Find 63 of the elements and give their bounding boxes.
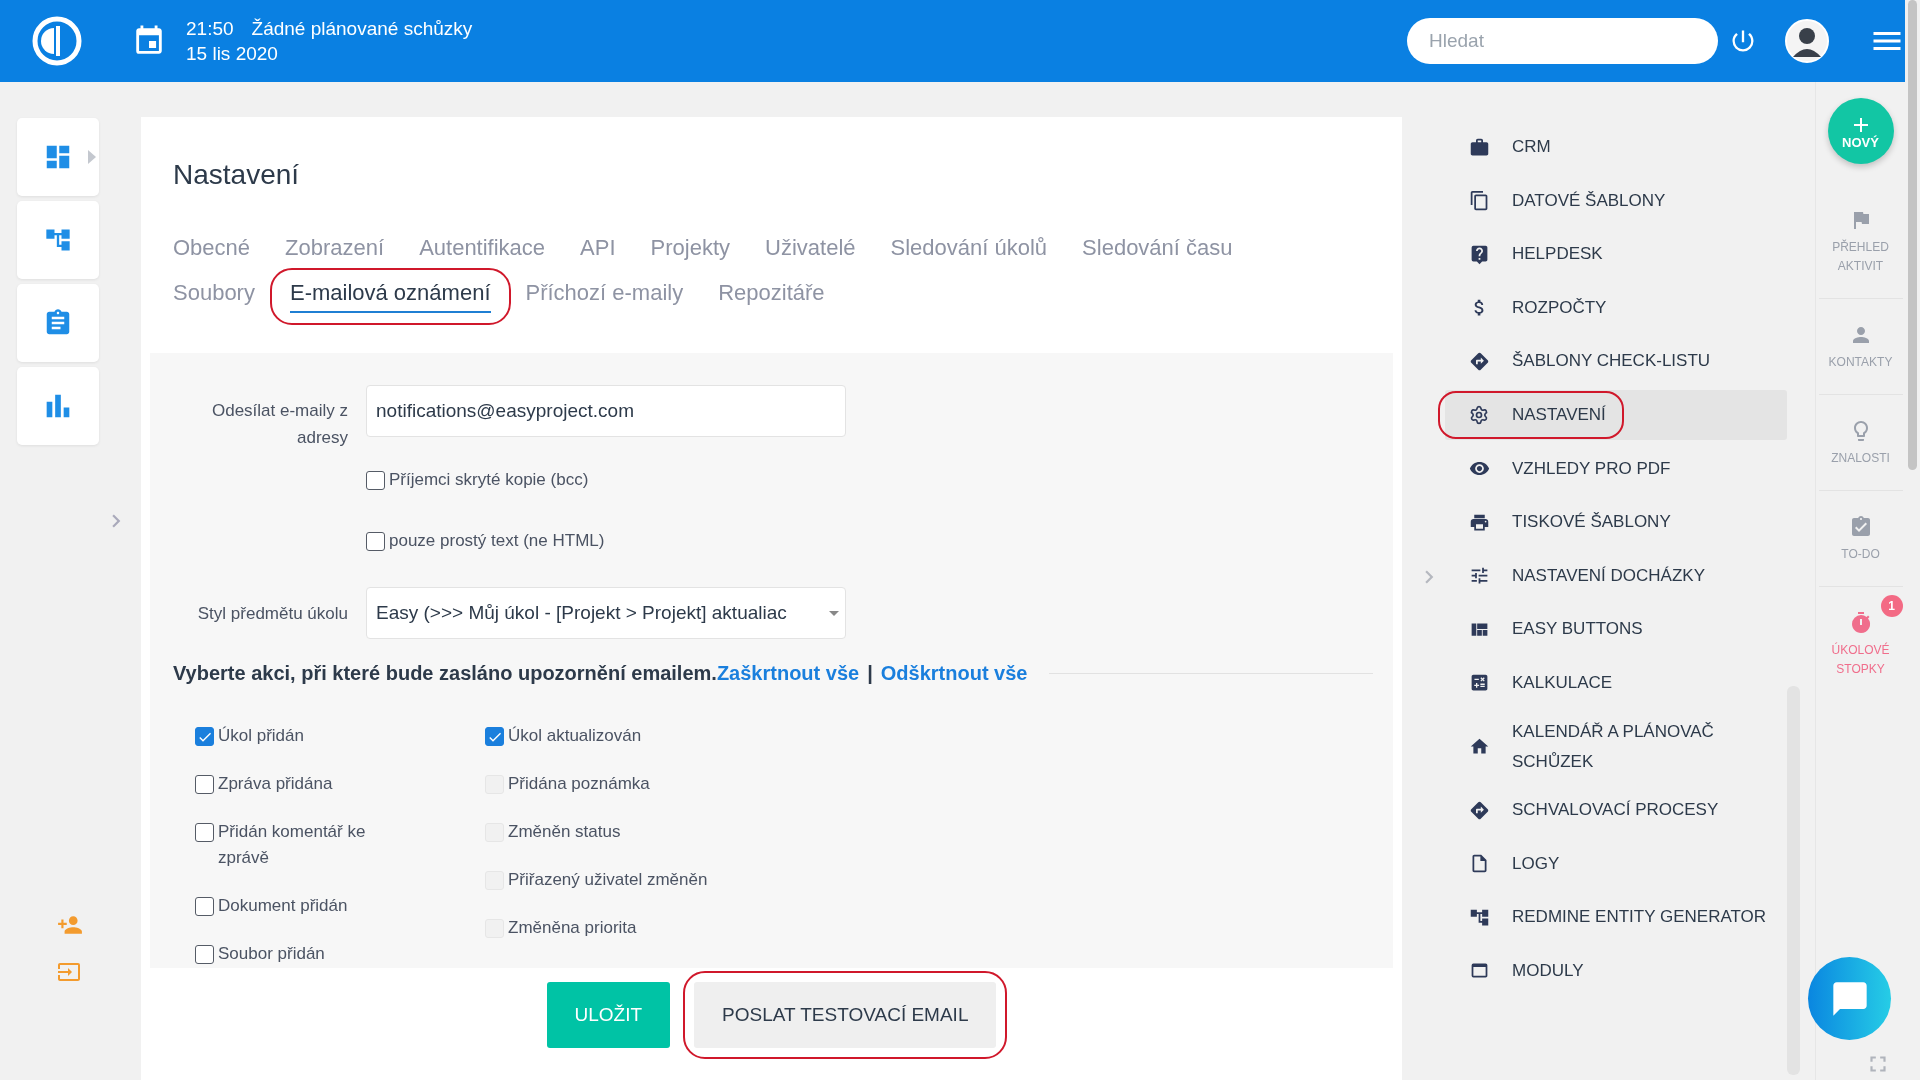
logo-icon[interactable] bbox=[30, 14, 84, 68]
checkbox[interactable] bbox=[195, 823, 214, 842]
field-label: Styl předmětu úkolu bbox=[196, 602, 348, 625]
checkbox[interactable] bbox=[195, 897, 214, 916]
section-heading: Vyberte akci, při které bude zasláno upozornění emailem. bbox=[173, 662, 717, 685]
search-field[interactable]: Hledat bbox=[1407, 18, 1718, 64]
page-title: Nastavení bbox=[173, 159, 301, 191]
checkbox-option[interactable]: Úkol přidán bbox=[195, 723, 485, 749]
menu-item[interactable]: ROZPOČTY bbox=[1445, 282, 1787, 333]
uncheck-all-link[interactable]: Odškrtnout vše bbox=[880, 662, 1028, 685]
separator-text: | bbox=[867, 662, 873, 685]
checkbox[interactable] bbox=[195, 727, 214, 746]
menu-item[interactable]: DATOVÉ ŠABLONY bbox=[1445, 175, 1787, 226]
menu-item[interactable]: HELPDESK bbox=[1445, 229, 1787, 280]
clock-time: 21:50 bbox=[186, 17, 234, 41]
menu-item[interactable]: ŠABLONY CHECK-LISTU bbox=[1445, 336, 1787, 387]
menu-item[interactable]: EASY BUTTONS bbox=[1445, 604, 1787, 655]
checkbox[interactable] bbox=[195, 775, 214, 794]
caret-icon bbox=[829, 610, 839, 616]
menu-item[interactable]: CRM bbox=[1445, 122, 1787, 172]
checkbox-option[interactable]: pouze prostý text (ne HTML) bbox=[366, 528, 926, 554]
field-label: Odesílat e-maily z adresy bbox=[210, 400, 348, 449]
checkbox[interactable] bbox=[366, 471, 385, 490]
checkbox-option[interactable]: Soubor přidán bbox=[195, 941, 485, 967]
menu-item[interactable]: SCHVALOVACÍ PROCESY bbox=[1445, 785, 1787, 836]
menu-item[interactable]: TISKOVÉ ŠABLONY bbox=[1445, 497, 1787, 548]
menu-item[interactable]: REDMINE ENTITY GENERATOR bbox=[1445, 892, 1787, 943]
send-test-button[interactable]: POSLAT TESTOVACÍ EMAIL bbox=[694, 982, 997, 1048]
date-text: 15 lis 2020 bbox=[186, 42, 279, 66]
settings-icon bbox=[1468, 404, 1490, 425]
check-all-link[interactable]: Zaškrtnout vše bbox=[716, 662, 860, 685]
direction-sign-icon bbox=[1468, 350, 1490, 372]
tree-button[interactable] bbox=[17, 201, 99, 279]
select-field[interactable]: Easy (>>> Můj úkol - [Projekt > Projekt] aktualiac bbox=[366, 587, 846, 639]
menu-item[interactable]: VZHLEDY PRO PDF bbox=[1445, 443, 1787, 494]
briefcase-icon bbox=[1468, 136, 1490, 158]
dashboard-button[interactable] bbox=[17, 118, 99, 196]
checkbox[interactable] bbox=[485, 727, 504, 746]
bar-chart-button[interactable] bbox=[17, 367, 99, 445]
menu-item[interactable]: NASTAVENÍ DOCHÁZKY bbox=[1445, 550, 1787, 601]
checkbox-option[interactable]: Přidán komentář ke zprávě bbox=[195, 819, 485, 871]
copy-icon bbox=[1468, 190, 1490, 212]
input-field[interactable]: notifications@easyproject.com bbox=[366, 385, 846, 437]
checkbox-option[interactable]: Příjemci skryté kopie (bcc) bbox=[366, 467, 926, 493]
count-badge: 1 bbox=[1880, 595, 1903, 617]
checkbox-option[interactable]: Úkol aktualizován bbox=[485, 723, 775, 749]
caret-icon bbox=[88, 150, 96, 164]
scrollbar[interactable] bbox=[1908, 0, 1917, 470]
annotation-ring: NASTAVENÍ bbox=[1438, 390, 1624, 439]
menu-item[interactable]: MODULY bbox=[1445, 945, 1787, 996]
checkbox[interactable] bbox=[195, 945, 214, 964]
menu-item[interactable]: KALENDÁŘ A PLÁNOVAČ SCHŮZEK bbox=[1445, 711, 1787, 782]
tab[interactable]: E-mailová oznámení bbox=[289, 280, 491, 313]
checkbox[interactable] bbox=[366, 532, 385, 551]
menu-item[interactable]: KALKULACE bbox=[1445, 657, 1787, 708]
sign-in-icon[interactable] bbox=[57, 960, 81, 984]
checkbox-option[interactable]: Zpráva přidána bbox=[195, 771, 485, 797]
direction-sign-icon bbox=[1468, 799, 1490, 821]
checkbox-option[interactable]: Dokument přidán bbox=[195, 893, 485, 919]
menu-item[interactable]: LOGY bbox=[1445, 838, 1787, 889]
clipboard-button[interactable] bbox=[17, 284, 99, 362]
meeting-status: Žádné plánované schůzky bbox=[251, 17, 473, 41]
avatar[interactable] bbox=[1785, 19, 1829, 63]
